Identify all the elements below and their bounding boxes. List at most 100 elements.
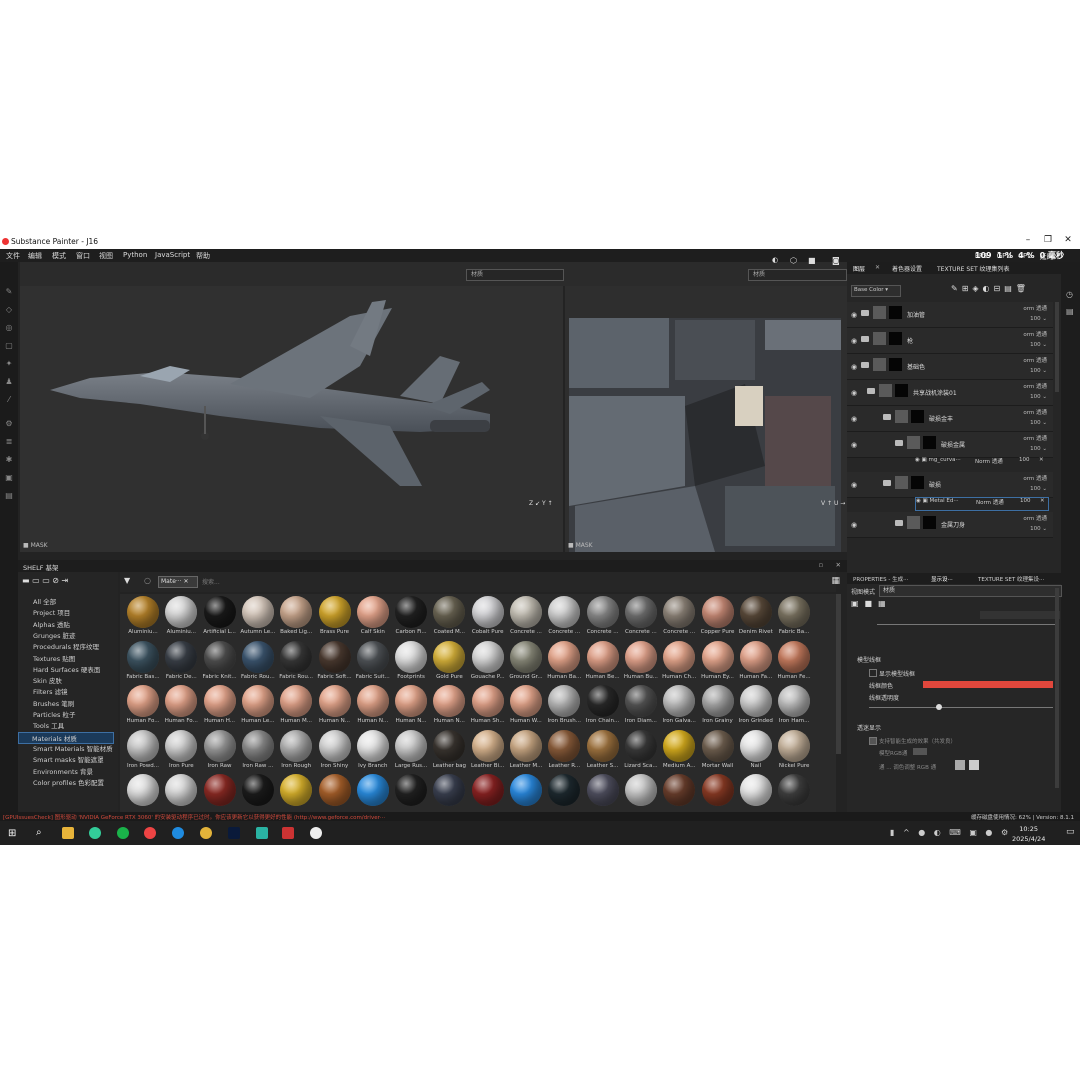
geometry-fill-icon[interactable]: ▢ [5,342,13,350]
show-wireframe-checkbox[interactable] [869,669,877,677]
menu-javascript[interactable]: JavaScript [155,251,190,259]
materials-filter-chip[interactable]: Mate··· ✕ [158,576,198,588]
material-tile[interactable]: Human Fe... [775,640,813,685]
material-tile[interactable]: Iron Chain... [584,685,622,729]
material-tile[interactable]: Ivy Branch [354,729,392,774]
material-tile[interactable]: Cobalt Pure [469,596,507,640]
view-mode-dropdown[interactable]: 材质 [879,585,1062,597]
material-tile[interactable]: Human N... [354,685,392,729]
display-mode-icon[interactable]: ◐ [772,256,778,264]
material-tile[interactable]: Human H... [201,685,239,729]
material-tile[interactable]: Gouache P... [469,640,507,685]
material-tile[interactable]: Fabric Knit... [201,640,239,685]
camera-icon[interactable]: ■ [808,256,816,265]
menu-view[interactable]: 视图 [99,251,113,261]
material-tile[interactable]: Iron Grainy [699,685,737,729]
gpu-warning-message[interactable]: [GPUIssuesCheck] 图形驱动 'NVIDIA GeForce RT… [3,813,385,821]
layer-blend-opacity[interactable]: orm 透通 100 ⌄ [1023,514,1047,534]
settings-icon[interactable]: ⚙ [5,420,13,428]
tab-properties[interactable]: PROPERTIES - 生成··· [853,575,908,583]
layer-row[interactable]: ◉ 基础色 orm 透通 100 ⌄ [847,354,1053,380]
edge-browser-icon[interactable] [172,827,184,839]
3dsmax-icon[interactable] [256,827,268,839]
material-tile[interactable]: Iron Raw ... [239,729,277,774]
material-tile[interactable]: Concrete ... [584,596,622,640]
layer-row[interactable]: ◉ 破损金丰 orm 透通 100 ⌄ [847,406,1053,432]
material-tile[interactable]: Human Ba... [545,640,583,685]
material-tile[interactable]: Large Rus... [392,729,430,774]
shelf-category-item[interactable]: Environments 背景 [33,766,93,776]
material-tile[interactable]: Concrete ... [507,596,545,640]
shelf-category-item[interactable]: Procedurals 程序纹理 [33,641,99,651]
visibility-eye-icon[interactable]: ◉ [851,441,857,449]
material-tile[interactable] [660,774,698,812]
visibility-eye-icon[interactable]: ◉ [851,521,857,529]
notification-icon[interactable]: ▭ [1066,827,1075,837]
material-tile[interactable]: Iron Ham... [775,685,813,729]
visibility-eye-icon[interactable]: ◉ [851,311,857,319]
2d-uv-viewport[interactable]: V ↑ U → ■ MASK [565,286,847,552]
display-icons[interactable]: ▣■▦ [851,599,892,608]
effect-sublayer[interactable]: ◉ ▣ Metal Ed··· Norm 透通 100 ✕ [915,497,1049,511]
shelf-category-item[interactable]: Particles 粒子 [33,709,75,719]
material-tile[interactable]: Leather S... [584,729,622,774]
shelf-float-icon[interactable]: ▫ [819,561,823,569]
material-tile[interactable]: Concrete ... [545,596,583,640]
material-tile[interactable]: Nickel Pure [775,729,813,774]
material-tile[interactable]: Human Be... [584,640,622,685]
system-tray-icons[interactable]: ▮ ^ ● ◐ ⌨ ▣ ● ⚙ [890,828,1011,837]
material-tile[interactable]: Fabric Ba... [775,596,813,640]
color-picker-icon[interactable]: ⁄ [5,396,13,404]
bake-icon[interactable]: ✱ [5,456,13,464]
visibility-eye-icon[interactable]: ◉ [851,363,857,371]
material-tile[interactable] [775,774,813,812]
material-tile[interactable]: Human Fo... [124,685,162,729]
eraser-icon[interactable]: ◇ [5,306,13,314]
material-tile[interactable]: Coated M... [430,596,468,640]
material-tile[interactable] [124,774,162,812]
tab-shader-settings[interactable]: 着色器设置 [892,264,922,273]
material-tile[interactable]: Iron Rough [277,729,315,774]
qq-icon[interactable] [310,827,322,839]
close-window-button[interactable]: ✕ [1058,235,1078,248]
maximize-button[interactable]: ❐ [1038,235,1058,248]
value-field[interactable] [980,611,1060,619]
photoshop-export-icon[interactable]: ▣ [5,474,13,482]
file-explorer-icon[interactable] [62,827,74,839]
material-tile[interactable]: Iron Brush... [545,685,583,729]
overlay-color-swatch-1[interactable] [955,760,965,770]
tab-texture-set-settings[interactable]: TEXTURE SET 纹理集设··· [978,575,1044,583]
log-icon[interactable]: ▤ [1066,307,1074,316]
material-tile[interactable]: Human Ch... [660,640,698,685]
material-tile[interactable]: Human M... [277,685,315,729]
material-tile[interactable]: Iron Raw [201,729,239,774]
tab-layers[interactable]: 图层 [853,264,865,273]
shelf-category-item[interactable]: Hard Surfaces 硬表面 [33,664,100,674]
tab-display-settings[interactable]: 显示设··· [931,575,953,583]
material-tile[interactable] [507,774,545,812]
visibility-eye-icon[interactable]: ◉ [851,481,857,489]
material-tile[interactable]: Footprints [392,640,430,685]
material-tile[interactable] [699,774,737,812]
shelf-category-item[interactable]: Grunges 脏迹 [33,630,76,640]
material-tile[interactable] [201,774,239,812]
filter-icon[interactable]: ▼ [124,576,130,585]
cube-icon[interactable]: ⬡ [790,256,797,265]
sublayer-remove-icon[interactable]: ✕ [1040,498,1045,504]
taskbar-clock[interactable]: 10:25 2025/4/24 [1012,824,1045,844]
shelf-category-item[interactable]: Brushes 笔刷 [33,698,74,708]
grid-view-icon[interactable]: ▦ [831,576,840,586]
smudge-icon[interactable]: ✦ [5,360,13,368]
overlay-value-stepper[interactable] [913,748,927,755]
layer-blend-opacity[interactable]: orm 透通 100 ⌄ [1023,474,1047,494]
shelf-category-item[interactable]: Alphas 透贴 [33,619,70,629]
material-tile[interactable]: Fabric Soft... [316,640,354,685]
remove-filter-icon[interactable]: ✕ [184,578,189,585]
top-slider[interactable] [877,624,1057,625]
material-tile[interactable] [392,774,430,812]
material-tile[interactable] [162,774,200,812]
overlay-color-swatch-2[interactable] [969,760,979,770]
sublayer-remove-icon[interactable]: ✕ [1039,457,1044,463]
visibility-eye-icon[interactable]: ◉ ▣ [915,457,929,463]
material-tile[interactable] [469,774,507,812]
